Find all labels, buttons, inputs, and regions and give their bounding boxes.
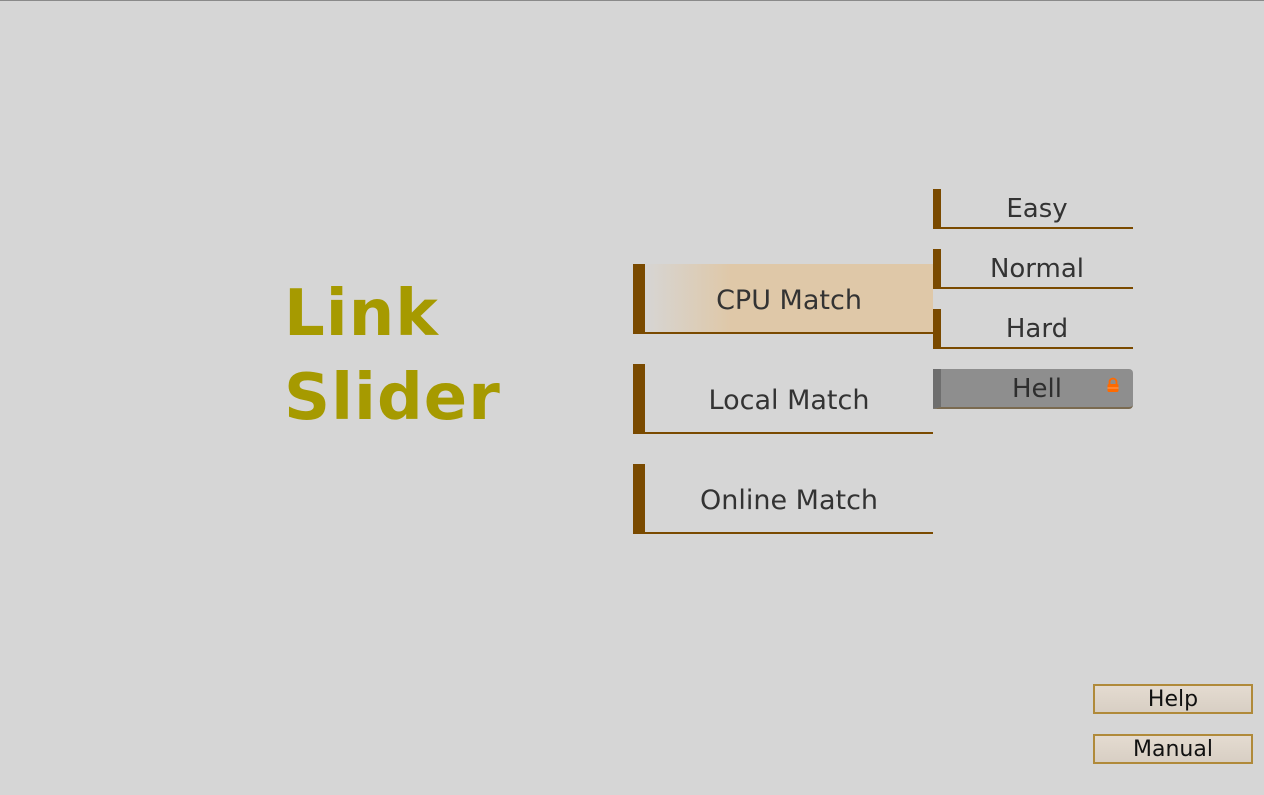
normal-label: Normal	[989, 254, 1085, 284]
online-match-label: Online Match	[699, 484, 879, 516]
easy-label: Easy	[1006, 194, 1068, 224]
help-label: Help	[1147, 686, 1199, 712]
normal-button[interactable]: Normal	[933, 249, 1133, 289]
hell-button[interactable]: Hell	[933, 369, 1133, 409]
manual-button[interactable]: Manual	[1093, 734, 1253, 764]
top-border	[0, 0, 1264, 1]
lock-icon	[1107, 377, 1119, 392]
cpu-match-button[interactable]: CPU Match	[633, 264, 933, 334]
local-match-label: Local Match	[708, 384, 870, 416]
online-match-button[interactable]: Online Match	[633, 464, 933, 534]
game-logo: Link Slider	[284, 272, 501, 440]
easy-button[interactable]: Easy	[933, 189, 1133, 229]
hard-button[interactable]: Hard	[933, 309, 1133, 349]
local-match-button[interactable]: Local Match	[633, 364, 933, 434]
logo-line-2: Slider	[284, 361, 501, 435]
hell-label: Hell	[1012, 374, 1062, 404]
cpu-match-label: CPU Match	[716, 284, 862, 316]
logo-line-1: Link	[284, 277, 439, 351]
help-button[interactable]: Help	[1093, 684, 1253, 714]
hard-label: Hard	[1005, 314, 1069, 344]
manual-label: Manual	[1133, 736, 1213, 762]
